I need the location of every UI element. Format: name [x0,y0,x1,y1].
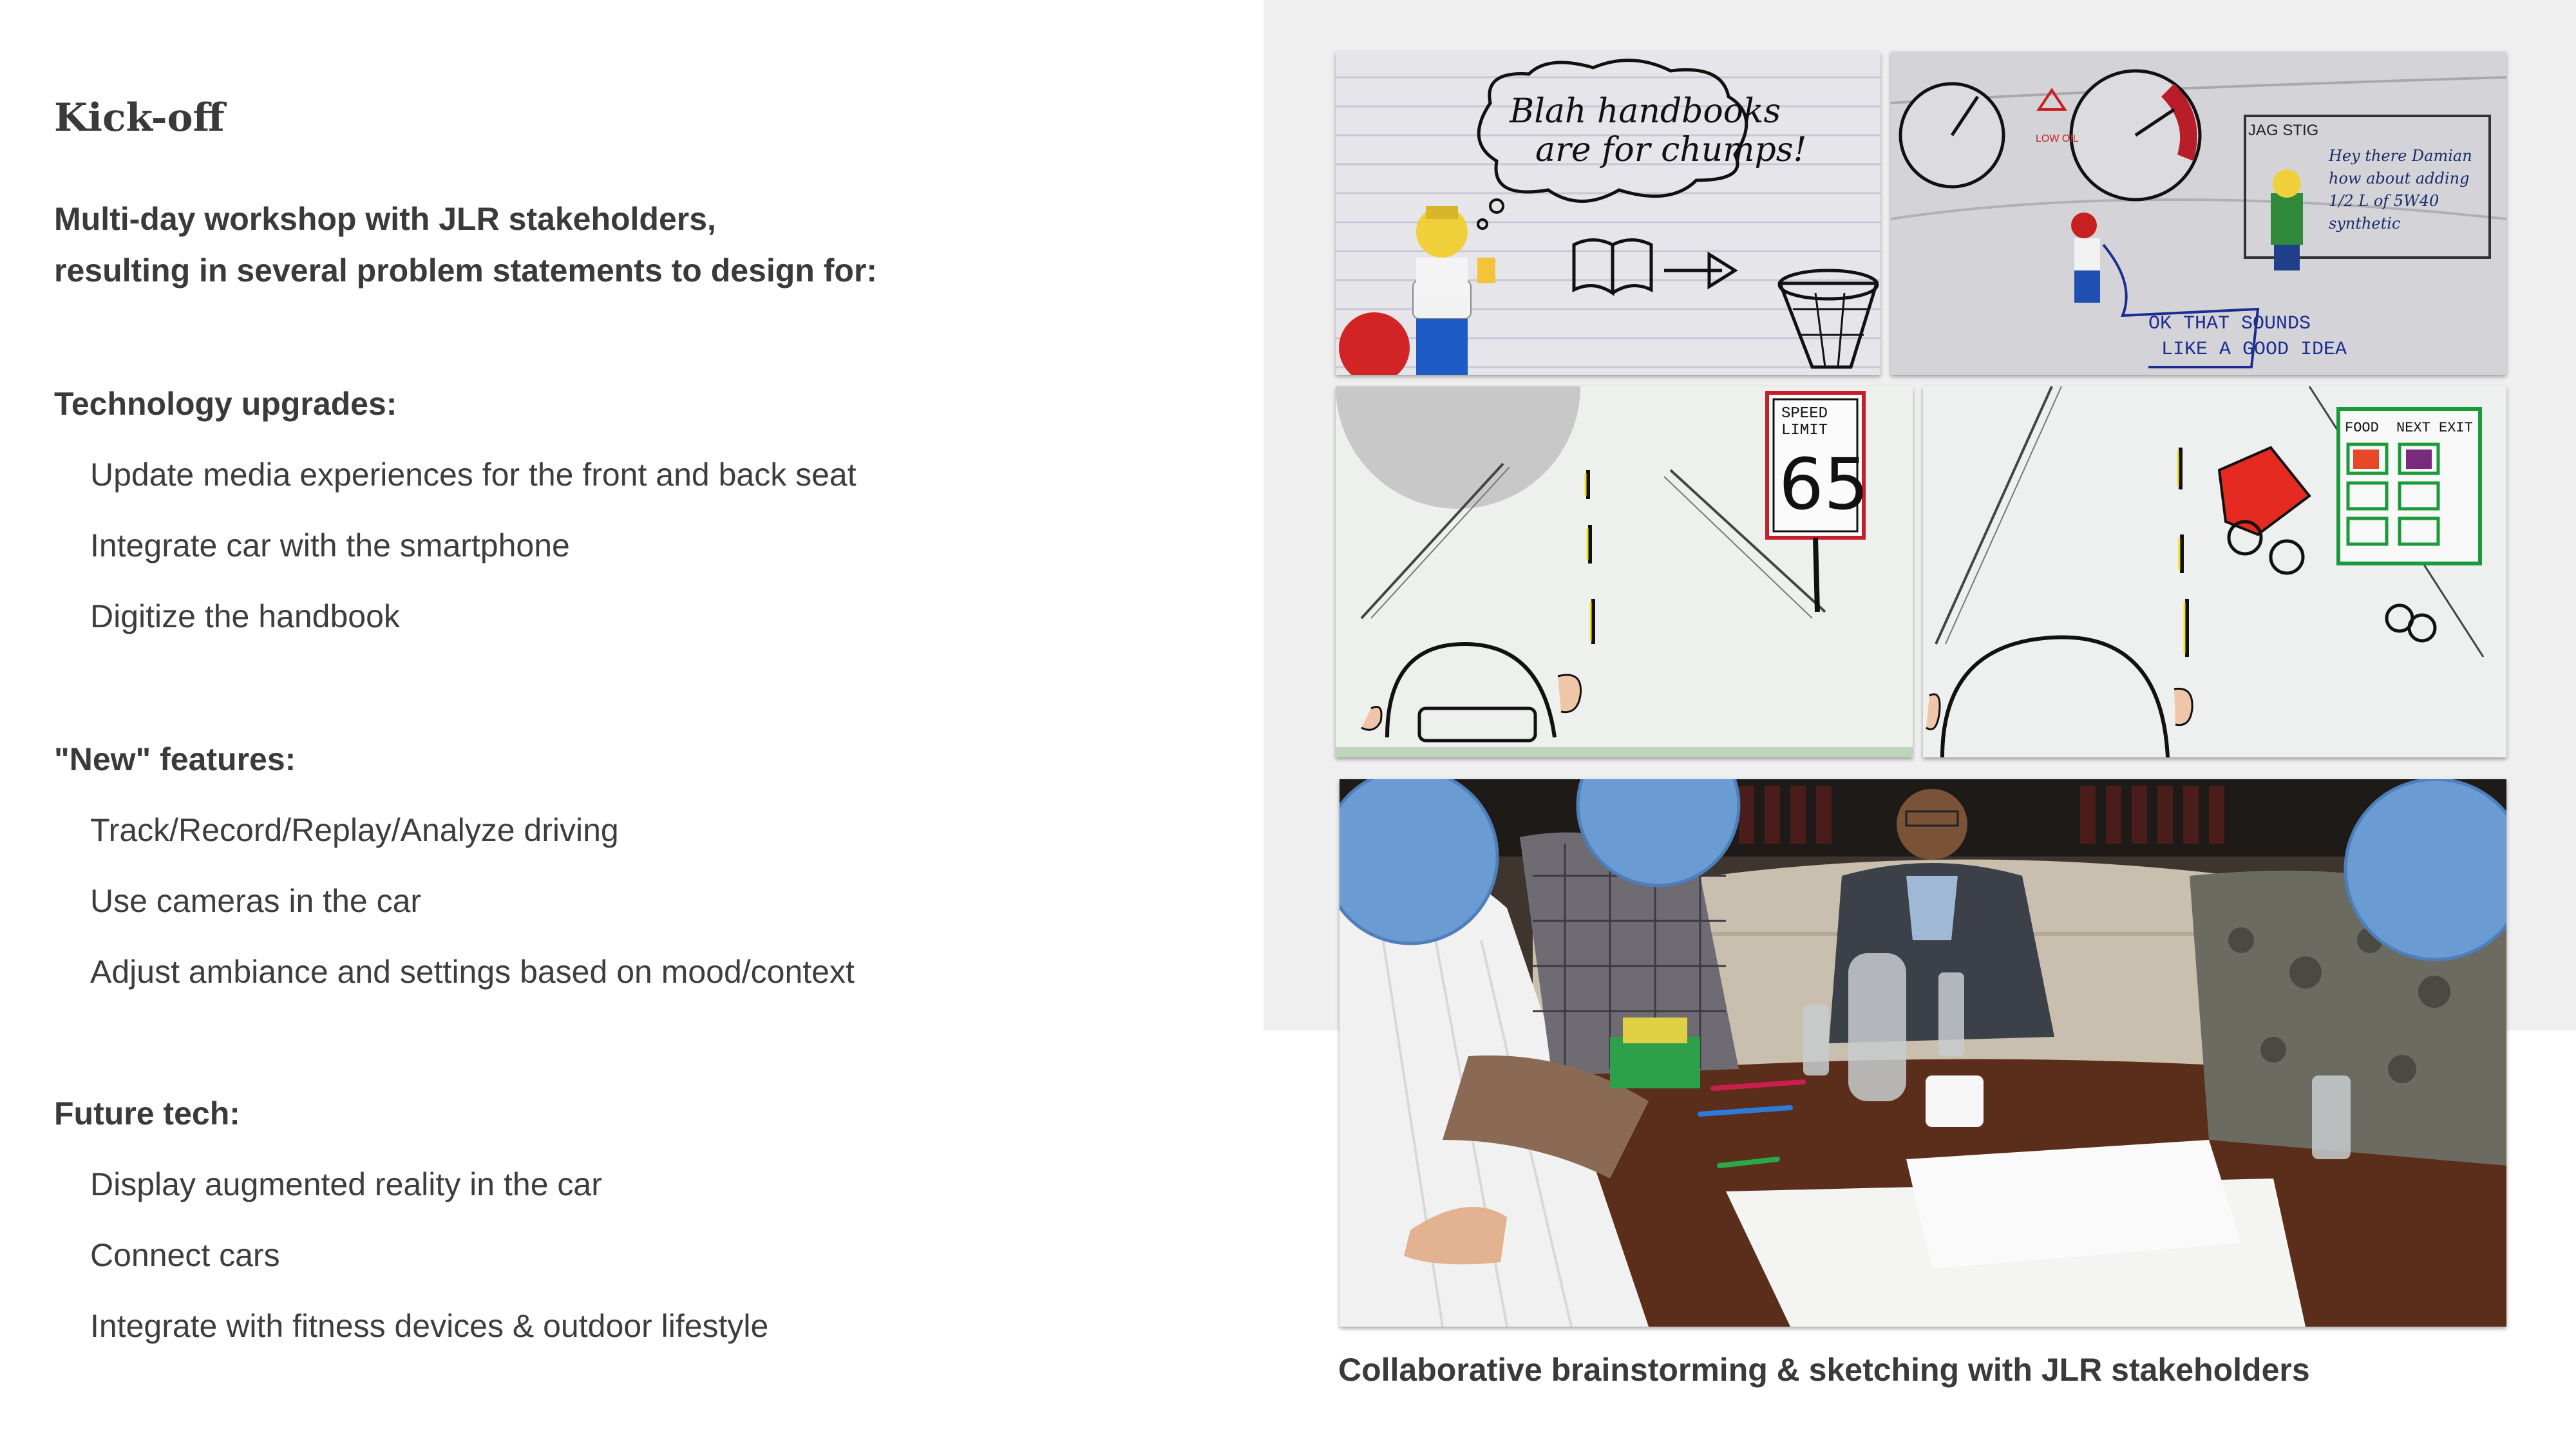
sketch-photo-handbook: Blah handbooks are for chumps! [1336,52,1880,375]
workshop-photo [1340,779,2506,1327]
list-item: Track/Record/Replay/Analyze driving [90,812,619,848]
intro-line-1: Multi-day workshop with JLR stakeholders… [54,201,716,237]
sketch-photo-food-exit: FOOD NEXT EXIT [1923,386,2506,757]
speech-line-4: synthetic [2329,214,2400,232]
speech-line-1: Hey there Damian [2328,147,2472,165]
page-title: Kick-off [54,95,225,140]
photo-caption: Collaborative brainstorming & sketching … [1338,1352,2310,1388]
sketch-photo-speed-limit: SPEED LIMIT 65 [1336,386,1913,757]
intro-text: Multi-day workshop with JLR stakeholders… [54,193,877,296]
food-sign-line-2: NEXT EXIT [2396,420,2473,436]
list-item: Use cameras in the car [90,883,422,919]
section-heading-future-tech: Future tech: [54,1095,240,1132]
list-item: Display augmented reality in the car [90,1166,602,1202]
bubble-text-1: Blah handbooks [1509,92,1781,131]
list-item: Adjust ambiance and settings based on mo… [90,954,855,990]
list-item: Connect cars [90,1237,280,1273]
sketch-photo-dashboard: LOW OIL JAG STIG Hey there Damian how ab… [1891,52,2506,375]
speed-sign-line-2: LIMIT [1781,422,1828,439]
list-item: Integrate car with the smartphone [90,527,570,564]
low-oil-label: LOW OIL [2036,133,2079,144]
reply-line-2: LIKE A GOOD IDEA [2161,339,2347,361]
food-sign-line-1: FOOD [2345,420,2379,436]
intro-line-2: resulting in several problem statements … [54,252,878,289]
speech-line-3: 1/2 L of 5W40 [2329,192,2439,210]
section-heading-technology: Technology upgrades: [54,386,397,422]
list-item: Integrate with fitness devices & outdoor… [90,1308,769,1344]
list-item: Update media experiences for the front a… [90,457,857,493]
section-heading-new-features: "New" features: [54,741,296,777]
speed-sign-line-1: SPEED [1781,405,1828,422]
jag-stig-label: JAG STIG [2248,122,2318,139]
bubble-text-2: are for chumps! [1535,131,1806,169]
speed-sign-value: 65 [1779,443,1869,526]
speech-line-2: how about adding [2329,169,2469,187]
reply-line-1: OK THAT SOUNDS [2148,313,2311,335]
list-item: Digitize the handbook [90,598,400,634]
